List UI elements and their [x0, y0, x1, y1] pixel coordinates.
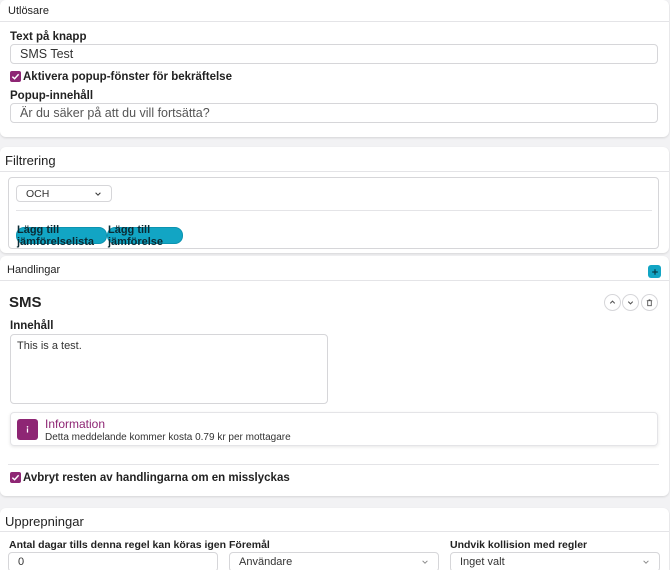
delete-action-button[interactable] [641, 294, 658, 311]
sms-content-textarea[interactable]: This is a test. [10, 334, 328, 404]
info-text: Detta meddelande kommer kosta 0.79 kr pe… [45, 432, 291, 443]
move-down-button[interactable] [622, 294, 639, 311]
object-label: Föremål [229, 539, 270, 551]
filter-inner-divider [16, 210, 652, 211]
collision-select[interactable]: Inget valt [450, 552, 660, 570]
move-up-button[interactable] [604, 294, 621, 311]
filter-box: OCH Lägg till jämförelselista Lägg till … [8, 177, 659, 249]
collision-select-value: Inget valt [460, 556, 505, 568]
repeat-card: Upprepningar Antal dagar tills denna reg… [0, 508, 669, 570]
chevron-down-icon [643, 560, 649, 564]
operator-select[interactable]: OCH [16, 185, 112, 202]
trigger-divider [0, 21, 669, 22]
filter-card: Filtrering OCH Lägg till jämförelselista… [0, 147, 669, 253]
popup-content-input[interactable]: Är du säker på att du vill fortsätta? [10, 103, 658, 123]
checkmark-icon [11, 73, 20, 80]
repeat-section-title: Upprepningar [5, 514, 84, 529]
days-label: Antal dagar tills denna regel kan köras … [9, 539, 227, 551]
chevron-down-icon [422, 560, 428, 564]
popup-checkbox[interactable] [10, 71, 21, 82]
filter-divider [0, 171, 669, 172]
trigger-card: Utlösare Text på knapp SMS Test Aktivera… [0, 0, 669, 137]
popup-checkbox-label: Aktivera popup-fönster för bekräftelse [23, 71, 232, 83]
abort-checkbox[interactable] [10, 472, 21, 483]
add-comparison-button[interactable]: Lägg till jämförelse [107, 224, 183, 248]
sms-content-label: Innehåll [10, 320, 54, 332]
chevron-down-icon [627, 301, 634, 305]
popup-content-label: Popup-innehåll [10, 90, 94, 102]
checkmark-icon [11, 474, 20, 481]
actions-section-title: Handlingar [7, 264, 61, 276]
button-text-input[interactable]: SMS Test [10, 44, 658, 64]
add-comparison-list-button[interactable]: Lägg till jämförelselista [16, 224, 107, 248]
button-text-label: Text på knapp [10, 31, 87, 43]
object-select[interactable]: Användare [229, 552, 439, 570]
actions-bottom-divider [8, 464, 659, 465]
add-action-button[interactable] [648, 265, 661, 278]
abort-checkbox-label: Avbryt resten av handlingarna om en miss… [23, 472, 290, 484]
info-icon-badge [17, 419, 38, 440]
collision-label: Undvik kollision med regler [450, 539, 588, 551]
trigger-section-title: Utlösare [8, 5, 49, 17]
plus-icon [651, 268, 658, 275]
trash-icon [646, 299, 653, 307]
filter-section-title: Filtrering [5, 153, 56, 168]
chevron-down-icon [95, 191, 101, 196]
sms-title: SMS [9, 294, 42, 311]
days-input[interactable]: 0 [8, 552, 218, 570]
info-icon [26, 425, 29, 433]
actions-card: Handlingar SMS Innehåll This is a test. … [0, 256, 669, 496]
actions-divider [0, 280, 669, 281]
repeat-divider [0, 531, 669, 532]
chevron-up-icon [609, 300, 616, 304]
info-title: Information [45, 417, 106, 431]
info-box: Information Detta meddelande kommer kost… [10, 412, 658, 446]
object-select-value: Användare [239, 556, 293, 568]
operator-select-value: OCH [26, 187, 50, 200]
